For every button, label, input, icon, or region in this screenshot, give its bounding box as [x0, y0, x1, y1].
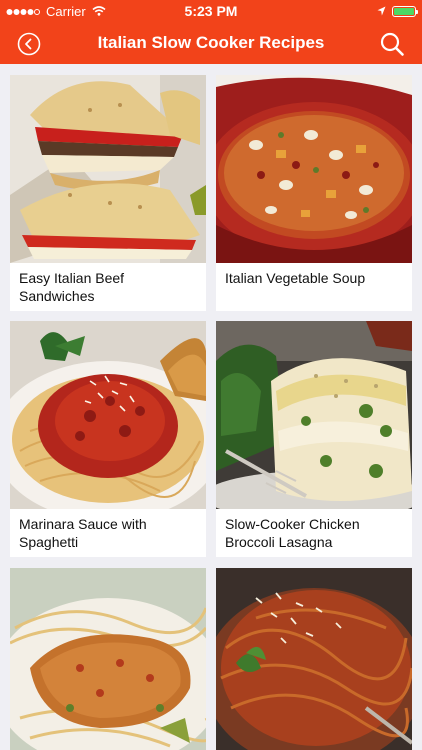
- location-arrow-icon: [377, 4, 386, 19]
- beef-sandwich-photo: [10, 75, 206, 263]
- page-title: Italian Slow Cooker Recipes: [97, 33, 325, 52]
- header-bar: Carrier 5:23 PM Italian Slow Cooker Reci…: [0, 0, 422, 64]
- recipe-title: Easy Italian Beef Sandwiches: [19, 270, 125, 304]
- chicken-lasagna-photo: [216, 321, 412, 509]
- battery-icon: [392, 6, 418, 17]
- recipe-card-beef-sandwiches[interactable]: Easy Italian Beef Sandwiches: [10, 75, 206, 311]
- status-time: 5:23 PM: [184, 3, 238, 19]
- chicken-pasta-photo: [10, 568, 206, 750]
- recipe-card-vegetable-soup[interactable]: Italian Vegetable Soup: [216, 75, 412, 311]
- back-circle-icon: [17, 32, 41, 56]
- recipe-title: Marinara Sauce with Spaghetti: [19, 516, 147, 550]
- marinara-spaghetti-photo: [10, 321, 206, 509]
- navigation-bar: Italian Slow Cooker Recipes: [0, 22, 422, 64]
- recipe-title: Italian Vegetable Soup: [225, 270, 366, 286]
- spaghetti-parmesan-photo: [216, 568, 412, 750]
- search-button[interactable]: [379, 31, 405, 57]
- back-button[interactable]: [17, 32, 41, 56]
- recipe-title: Slow-Cooker Chicken Broccoli Lasagna: [225, 516, 360, 550]
- search-icon: [380, 32, 404, 56]
- recipe-card-marinara-spaghetti[interactable]: Marinara Sauce with Spaghetti: [10, 321, 206, 557]
- vegetable-soup-photo: [216, 75, 412, 263]
- status-bar: Carrier 5:23 PM: [0, 0, 422, 22]
- status-right: [377, 4, 418, 19]
- recipe-card-spaghetti-parmesan[interactable]: [216, 568, 412, 750]
- recipe-card-chicken-pasta[interactable]: [10, 568, 206, 750]
- recipe-card-chicken-broccoli-lasagna[interactable]: Slow-Cooker Chicken Broccoli Lasagna: [216, 321, 412, 557]
- battery-level: [394, 8, 414, 15]
